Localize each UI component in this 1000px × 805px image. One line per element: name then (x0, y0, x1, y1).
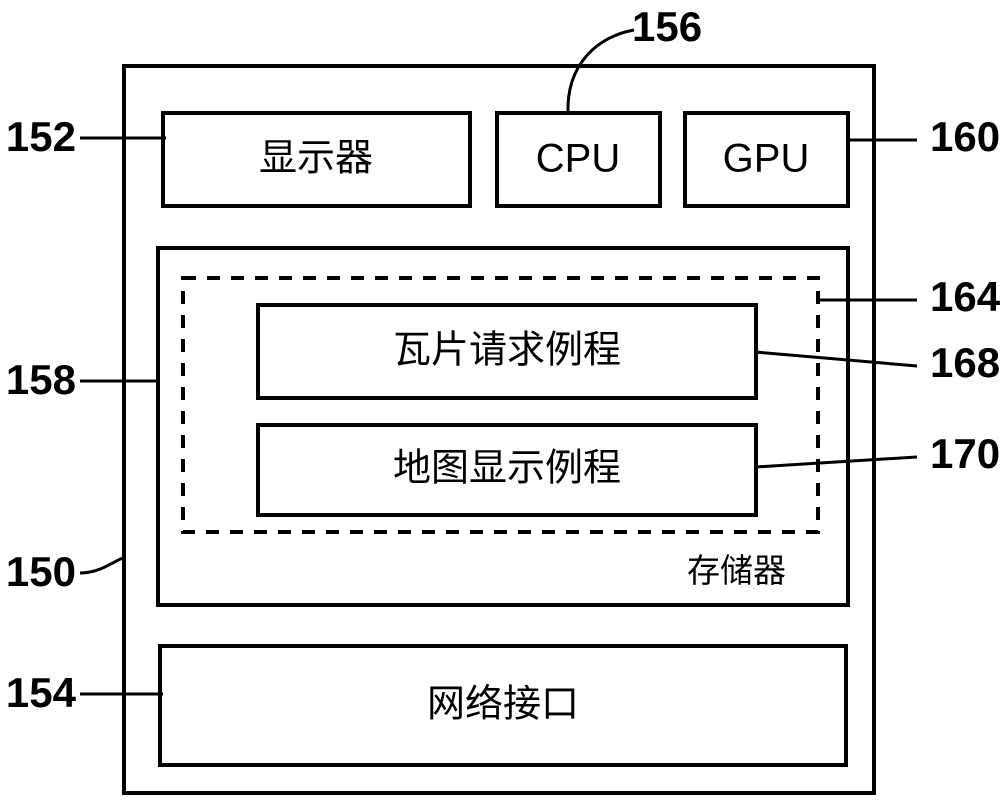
memory-block-label: 存储器 (687, 551, 786, 590)
ref-numeral-160: 160 (930, 113, 1000, 160)
ref-numeral-158: 158 (6, 356, 76, 403)
ref-numeral-150: 150 (6, 548, 76, 595)
map-display-routine-label: 地图显示例程 (393, 446, 621, 490)
ref-numeral-164: 164 (930, 273, 1000, 320)
block-diagram-canvas: 显示器 CPU GPU 瓦片请求例程 地图显示例程 存储器 网络接口 152 1… (6, 3, 1000, 795)
cpu-block-label: CPU (536, 137, 620, 181)
network-interface-label: 网络接口 (427, 682, 579, 726)
ref-numeral-152: 152 (6, 113, 76, 160)
leader-line-156 (566, 28, 635, 115)
module-group-dashed-box (181, 276, 820, 534)
display-block-label: 显示器 (259, 136, 373, 180)
ref-numeral-168: 168 (930, 339, 1000, 386)
ref-numeral-170: 170 (930, 430, 1000, 477)
tile-request-routine-label: 瓦片请求例程 (393, 328, 621, 372)
leader-line-170 (754, 455, 918, 469)
leader-line-150 (79, 555, 126, 575)
gpu-block-label: GPU (723, 137, 810, 181)
ref-numeral-154: 154 (6, 669, 77, 716)
leader-line-168 (754, 350, 918, 368)
ref-numeral-156: 156 (632, 3, 702, 50)
patent-figure: 显示器 CPU GPU 瓦片请求例程 地图显示例程 存储器 网络接口 152 1… (0, 0, 1000, 805)
